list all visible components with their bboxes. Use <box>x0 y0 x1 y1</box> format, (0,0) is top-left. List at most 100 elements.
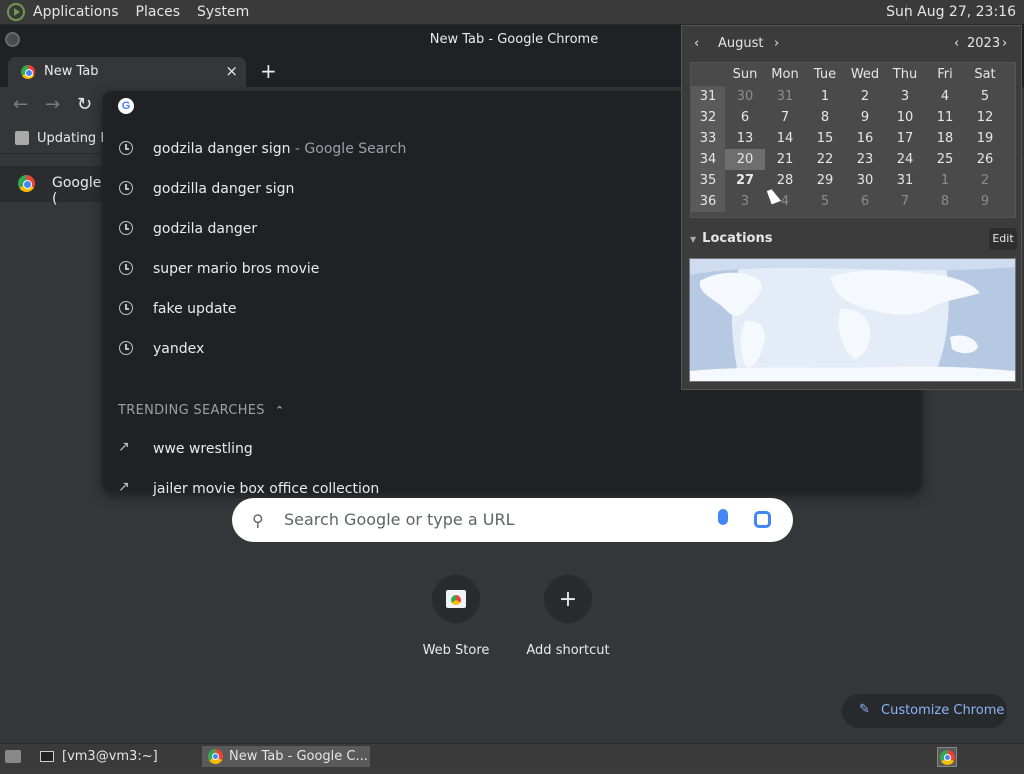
suggestion-text: fake update <box>153 301 237 317</box>
calendar-day[interactable]: 13 <box>725 128 765 149</box>
calendar-day[interactable]: 26 <box>965 149 1005 170</box>
calendar-day[interactable]: 7 <box>885 191 925 212</box>
terminal-icon <box>40 751 54 762</box>
calendar-day[interactable]: 2 <box>845 86 885 107</box>
suggestion-text: wwe wrestling <box>153 441 253 457</box>
trending-header-label: TRENDING SEARCHES <box>118 403 265 418</box>
calendar-day[interactable]: 1 <box>925 170 965 191</box>
history-clock-icon <box>119 221 133 235</box>
applications-menu[interactable]: Applications <box>33 4 119 20</box>
calendar-day[interactable]: 10 <box>885 107 925 128</box>
calendar-day[interactable]: 24 <box>885 149 925 170</box>
locations-label: Locations <box>702 231 773 246</box>
locations-header[interactable]: ▼ Locations <box>690 231 772 246</box>
prev-month-icon[interactable]: ‹ <box>694 36 699 51</box>
reload-icon[interactable]: ↻ <box>77 94 92 115</box>
calendar-day[interactable]: 2 <box>965 170 1005 191</box>
calendar-day[interactable]: 23 <box>845 149 885 170</box>
calendar-day[interactable]: 17 <box>885 128 925 149</box>
trending-suggestion[interactable]: ↗ wwe wrestling <box>103 429 921 469</box>
calendar-day[interactable]: 5 <box>965 86 1005 107</box>
taskbar-item-chrome[interactable]: New Tab - Google C... <box>202 746 370 767</box>
forward-arrow-icon[interactable]: → <box>45 94 60 115</box>
search-box[interactable]: ⚲ Search Google or type a URL <box>232 498 793 542</box>
calendar-grid: Sun Mon Tue Wed Thu Fri Sat 31 30 31 1 2 3 4 5 32 6 7 8 9 10… <box>690 62 1016 218</box>
calendar-day[interactable]: 8 <box>805 107 845 128</box>
suggestion-text: yandex <box>153 341 205 357</box>
suggestion-text: godzila danger <box>153 221 258 237</box>
bookmark-favicon-icon <box>15 131 29 145</box>
chrome-logo-icon <box>18 175 35 192</box>
calendar-day[interactable]: 5 <box>805 191 845 212</box>
year-label: 2023 <box>967 36 1001 51</box>
bottom-panel: [vm3@vm3:~] New Tab - Google C... <box>0 743 1024 768</box>
calendar-day[interactable]: 6 <box>725 107 765 128</box>
calendar-day[interactable]: 11 <box>925 107 965 128</box>
close-tab-icon[interactable]: × <box>225 62 238 80</box>
back-arrow-icon[interactable]: ← <box>13 94 28 115</box>
history-clock-icon <box>119 261 133 275</box>
calendar-day[interactable]: 6 <box>845 191 885 212</box>
calendar-day[interactable]: 14 <box>765 128 805 149</box>
calendar-day[interactable]: 18 <box>925 128 965 149</box>
edit-locations-button[interactable]: Edit <box>989 228 1017 250</box>
weekday-header: Tue <box>813 67 837 82</box>
gnome-foot-icon[interactable] <box>7 3 25 21</box>
tab-new-tab[interactable]: New Tab × <box>8 57 246 87</box>
show-desktop-icon[interactable] <box>2 746 24 767</box>
expander-triangle-icon: ▼ <box>690 235 697 244</box>
calendar-day[interactable]: 30 <box>725 86 765 107</box>
history-clock-icon <box>119 181 133 195</box>
calendar-day[interactable]: 29 <box>805 170 845 191</box>
month-label: August <box>718 36 764 51</box>
weekday-header: Sun <box>732 67 758 82</box>
calendar-day[interactable]: 30 <box>845 170 885 191</box>
calendar-day[interactable]: 3 <box>885 86 925 107</box>
taskbar-item-terminal[interactable]: [vm3@vm3:~] <box>36 746 196 767</box>
google-lens-icon[interactable] <box>754 511 771 528</box>
tray-chrome-icon[interactable] <box>937 747 957 767</box>
new-tab-button[interactable]: + <box>260 59 277 83</box>
calendar-day[interactable]: 21 <box>765 149 805 170</box>
next-year-icon[interactable]: › <box>1002 36 1007 51</box>
calendar-day[interactable]: 9 <box>845 107 885 128</box>
chevron-up-icon[interactable]: ⌃ <box>275 404 285 417</box>
calendar-day[interactable]: 20 <box>725 149 765 170</box>
calendar-day[interactable]: 4 <box>925 86 965 107</box>
calendar-day[interactable]: 19 <box>965 128 1005 149</box>
calendar-day[interactable]: 31 <box>885 170 925 191</box>
calendar-day[interactable]: 1 <box>805 86 845 107</box>
taskbar-label: [vm3@vm3:~] <box>62 749 158 764</box>
tab-title: New Tab <box>44 64 99 79</box>
week-number: 35 <box>691 170 725 191</box>
system-menu[interactable]: System <box>197 4 249 20</box>
calendar-day[interactable]: 28 <box>765 170 805 191</box>
calendar-day[interactable]: 16 <box>845 128 885 149</box>
prev-year-icon[interactable]: ‹ <box>954 36 959 51</box>
top-panel: Applications Places System Sun Aug 27, 2… <box>0 0 1024 25</box>
places-menu[interactable]: Places <box>136 4 181 20</box>
calendar-day[interactable]: 3 <box>725 191 765 212</box>
next-month-icon[interactable]: › <box>774 36 779 51</box>
trending-header[interactable]: TRENDING SEARCHES ⌃ <box>118 403 284 418</box>
clock[interactable]: Sun Aug 27, 23:16 <box>886 4 1016 20</box>
side-chip[interactable]: Google ( <box>0 166 110 207</box>
calendar-day[interactable]: 9 <box>965 191 1005 212</box>
calendar-day[interactable]: 8 <box>925 191 965 212</box>
trending-arrow-icon: ↗ <box>118 439 130 455</box>
calendar-day[interactable]: 15 <box>805 128 845 149</box>
shortcut-label: Web Store <box>422 643 490 658</box>
trending-arrow-icon: ↗ <box>118 479 130 495</box>
calendar-day[interactable]: 12 <box>965 107 1005 128</box>
microphone-icon[interactable] <box>718 509 728 525</box>
calendar-day[interactable]: 31 <box>765 86 805 107</box>
bookmark-item[interactable]: Updating P <box>37 131 108 146</box>
calendar-day[interactable]: 7 <box>765 107 805 128</box>
customize-chrome-button[interactable]: ✎ Customize Chrome <box>842 694 1007 728</box>
suggestion-text: jailer movie box office collection <box>153 481 380 497</box>
shortcut-add[interactable]: + Add shortcut <box>518 575 618 658</box>
calendar-day[interactable]: 27 <box>725 170 765 191</box>
calendar-day[interactable]: 22 <box>805 149 845 170</box>
calendar-day[interactable]: 25 <box>925 149 965 170</box>
shortcut-web-store[interactable]: Web Store <box>406 575 506 658</box>
